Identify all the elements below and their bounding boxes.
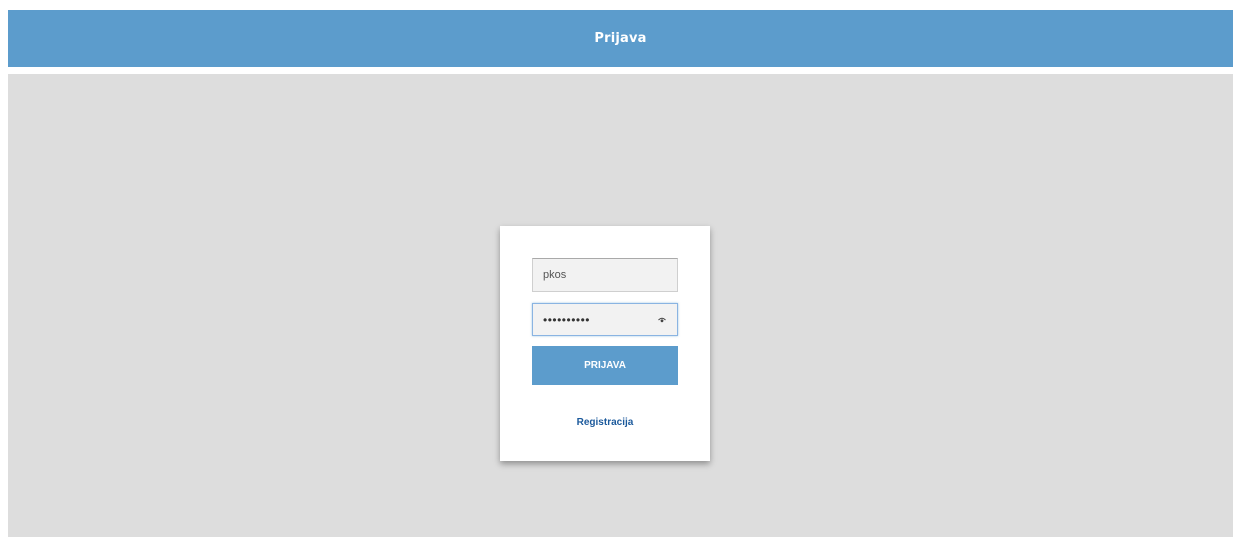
username-value: pkos [543, 269, 567, 281]
page-title: Prijava [594, 31, 647, 46]
register-link[interactable]: Registracija [500, 417, 710, 428]
username-field[interactable]: pkos [532, 258, 678, 292]
login-card: pkos •••••••••• PRIJAVA Registracija [500, 226, 710, 461]
password-field[interactable]: •••••••••• [532, 303, 678, 336]
page: Prijava pkos •••••••••• PRIJAVA Registra… [0, 0, 1233, 537]
password-value: •••••••••• [543, 312, 591, 327]
header-bar: Prijava [8, 10, 1233, 67]
eye-icon[interactable] [657, 316, 667, 324]
login-button[interactable]: PRIJAVA [532, 346, 678, 385]
